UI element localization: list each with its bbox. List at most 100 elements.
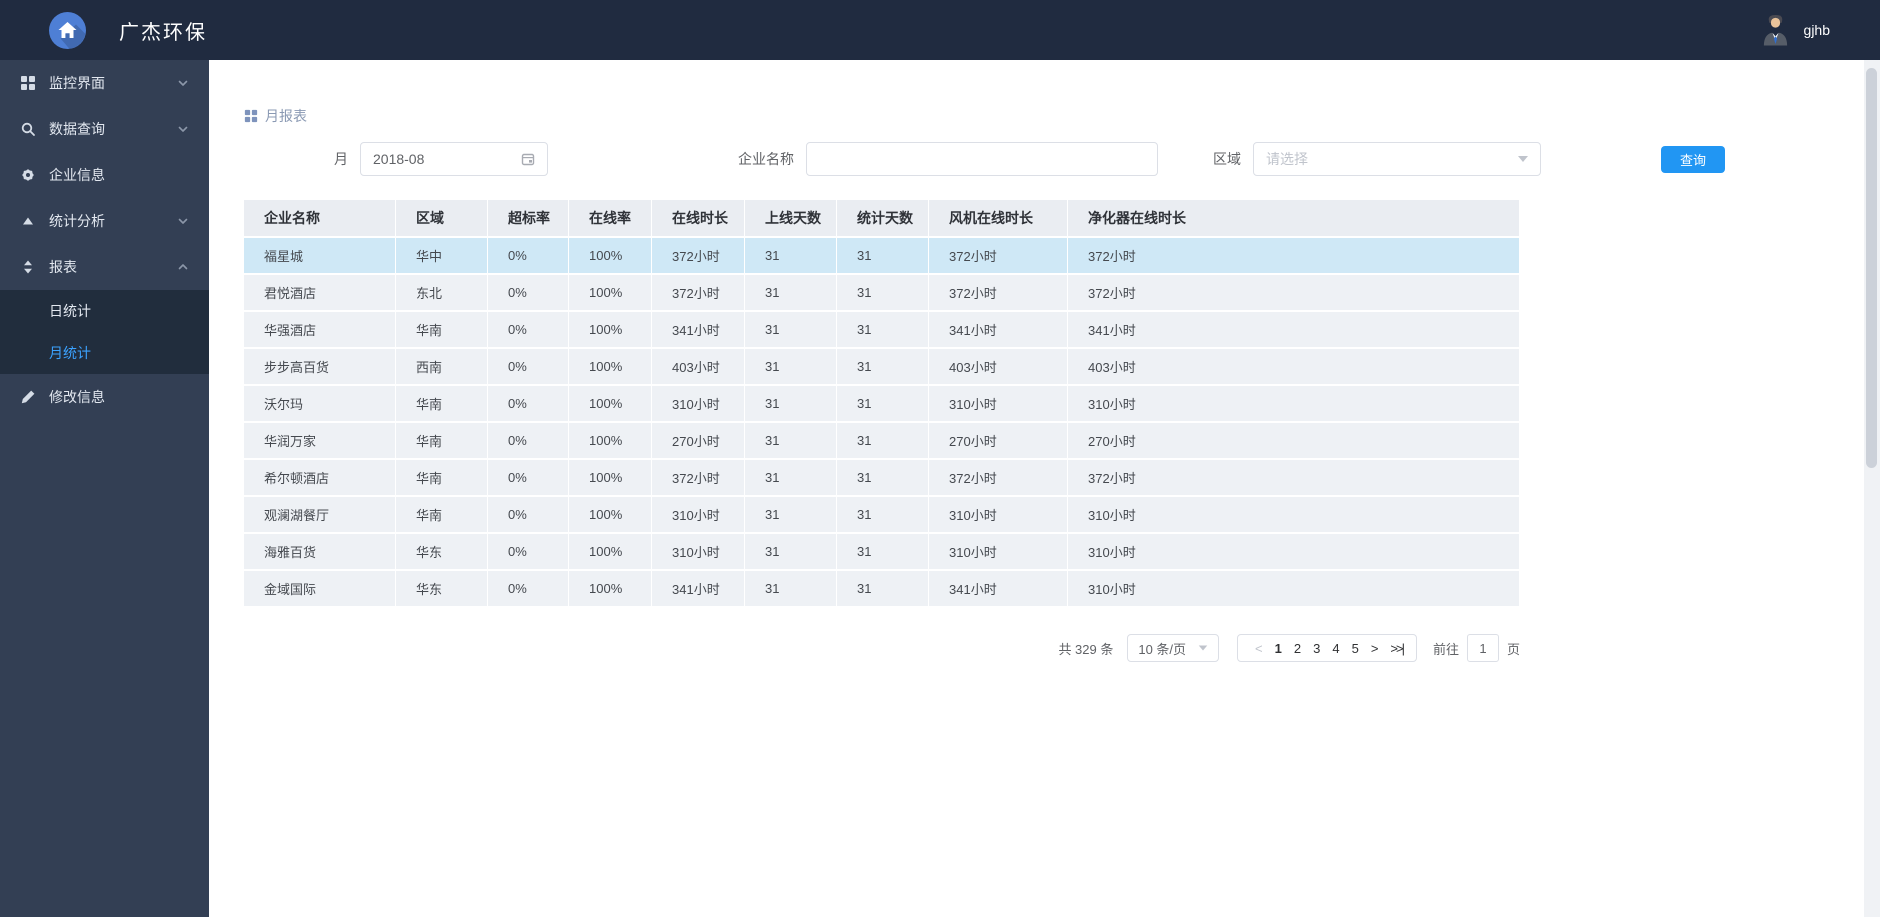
table-cell: 31	[837, 423, 929, 460]
table-cell: 403小时	[1068, 349, 1520, 386]
page-number[interactable]: 3	[1307, 641, 1326, 656]
table-cell: 341小时	[929, 312, 1068, 349]
table-cell: 31	[837, 275, 929, 312]
topbar: 广杰环保 gjhb	[0, 0, 1880, 60]
table-header-row: 企业名称 区域 超标率 在线率 在线时长 上线天数 统计天数 风机在线时长 净化器在线时长	[244, 200, 1520, 238]
column-header: 在线时长	[652, 200, 745, 238]
scrollbar-thumb[interactable]	[1866, 68, 1877, 468]
company-name-input[interactable]	[819, 151, 1145, 167]
goto-page-input[interactable]	[1466, 634, 1499, 662]
region-select[interactable]: 请选择	[1253, 142, 1541, 176]
user-avatar[interactable]	[1760, 13, 1791, 47]
table-row[interactable]: 福星城 华中 0% 100% 372小时 31 31 372小时 372小时	[244, 238, 1520, 275]
table-cell: 东北	[396, 275, 488, 312]
table-cell: 31	[837, 497, 929, 534]
table-cell: 华南	[396, 497, 488, 534]
table-cell: 310小时	[1068, 534, 1520, 571]
page-number[interactable]: 2	[1288, 641, 1307, 656]
sidebar-item-data-query[interactable]: 数据查询	[0, 106, 209, 152]
table-cell: 100%	[569, 275, 652, 312]
table-cell: 403小时	[929, 349, 1068, 386]
sidebar-subitem-label: 月统计	[49, 345, 91, 361]
table-cell: 31	[837, 534, 929, 571]
table-row[interactable]: 君悦酒店 东北 0% 100% 372小时 31 31 372小时 372小时	[244, 275, 1520, 312]
chevron-down-icon	[177, 215, 189, 227]
table-cell: 华南	[396, 386, 488, 423]
sidebar-subitem-daily-stats[interactable]: 日统计	[0, 290, 209, 332]
home-logo-icon[interactable]	[49, 11, 86, 49]
table-cell: 372小时	[929, 460, 1068, 497]
table-row[interactable]: 金域国际 华东 0% 100% 341小时 31 31 341小时 310小时	[244, 571, 1520, 608]
table-cell: 372小时	[652, 275, 745, 312]
page-number[interactable]: 1	[1269, 641, 1288, 656]
pagination-total: 共 329 条	[1058, 641, 1114, 657]
sidebar-item-reports[interactable]: 报表	[0, 244, 209, 290]
region-filter-label: 区域	[1213, 151, 1241, 167]
chevron-down-icon	[1198, 645, 1208, 651]
company-filter-label: 企业名称	[738, 151, 794, 167]
scrollbar-track[interactable]	[1864, 60, 1880, 917]
table-cell: 310小时	[1068, 497, 1520, 534]
table-cell: 31	[745, 275, 837, 312]
table-cell: 100%	[569, 386, 652, 423]
app-title: 广杰环保	[119, 21, 207, 44]
prev-page-button[interactable]: <	[1249, 641, 1269, 656]
table-cell: 观澜湖餐厅	[244, 497, 396, 534]
table-cell: 君悦酒店	[244, 275, 396, 312]
table-cell: 0%	[488, 275, 569, 312]
table-row[interactable]: 沃尔玛 华南 0% 100% 310小时 31 31 310小时 310小时	[244, 386, 1520, 423]
table-cell: 310小时	[929, 534, 1068, 571]
table-cell: 372小时	[929, 238, 1068, 275]
table-row[interactable]: 华润万家 华南 0% 100% 270小时 31 31 270小时 270小时	[244, 423, 1520, 460]
table-row[interactable]: 海雅百货 华东 0% 100% 310小时 31 31 310小时 310小时	[244, 534, 1520, 571]
table-row[interactable]: 希尔顿酒店 华南 0% 100% 372小时 31 31 372小时 372小时	[244, 460, 1520, 497]
table-cell: 31	[837, 349, 929, 386]
sidebar-item-monitor[interactable]: 监控界面	[0, 60, 209, 106]
table-cell: 福星城	[244, 238, 396, 275]
page-number[interactable]: 5	[1346, 641, 1365, 656]
sidebar-item-label: 监控界面	[49, 75, 105, 91]
table-cell: 341小时	[652, 312, 745, 349]
column-header: 超标率	[488, 200, 569, 238]
page-size-select[interactable]: 10 条/页	[1127, 634, 1220, 662]
sidebar-item-statistics[interactable]: 统计分析	[0, 198, 209, 244]
sidebar-subitem-monthly-stats[interactable]: 月统计	[0, 332, 209, 374]
table-cell: 100%	[569, 497, 652, 534]
next-page-button[interactable]: >	[1365, 641, 1385, 656]
table-cell: 华润万家	[244, 423, 396, 460]
user-area[interactable]: gjhb	[1760, 13, 1830, 47]
table-cell: 华强酒店	[244, 312, 396, 349]
table-row[interactable]: 步步高百货 西南 0% 100% 403小时 31 31 403小时 403小时	[244, 349, 1520, 386]
last-page-button[interactable]: >>|	[1384, 641, 1405, 656]
table-cell: 31	[745, 386, 837, 423]
table-cell: 0%	[488, 423, 569, 460]
table-cell: 31	[745, 497, 837, 534]
filter-bar: 月 2018-08 企业名称 区域 请选择 查询	[244, 142, 1880, 176]
sidebar-item-company-info[interactable]: 企业信息	[0, 152, 209, 198]
caret-up-icon	[20, 213, 36, 229]
table-row[interactable]: 观澜湖餐厅 华南 0% 100% 310小时 31 31 310小时 310小时	[244, 497, 1520, 534]
table-cell: 希尔顿酒店	[244, 460, 396, 497]
table-cell: 310小时	[652, 534, 745, 571]
table-row[interactable]: 华强酒店 华南 0% 100% 341小时 31 31 341小时 341小时	[244, 312, 1520, 349]
table-cell: 0%	[488, 386, 569, 423]
month-picker-value: 2018-08	[373, 151, 425, 167]
page-number[interactable]: 4	[1326, 641, 1345, 656]
table-cell: 100%	[569, 312, 652, 349]
search-icon	[20, 121, 36, 137]
table-cell: 31	[837, 312, 929, 349]
sidebar-item-edit-info[interactable]: 修改信息	[0, 374, 209, 420]
table-cell: 31	[745, 460, 837, 497]
pagination: 共 329 条 10 条/页 < 12345 > >>| 前往 页	[244, 634, 1520, 662]
sidebar-item-label: 统计分析	[49, 213, 105, 229]
table-cell: 31	[837, 460, 929, 497]
calendar-icon	[521, 152, 535, 166]
month-picker-input[interactable]: 2018-08	[360, 142, 548, 176]
grid-icon	[244, 109, 258, 123]
pager: < 12345 > >>|	[1237, 634, 1417, 662]
sidebar-subitem-label: 日统计	[49, 303, 91, 319]
table-cell: 403小时	[652, 349, 745, 386]
search-button[interactable]: 查询	[1661, 145, 1726, 173]
username: gjhb	[1803, 22, 1830, 38]
column-header: 风机在线时长	[929, 200, 1068, 238]
